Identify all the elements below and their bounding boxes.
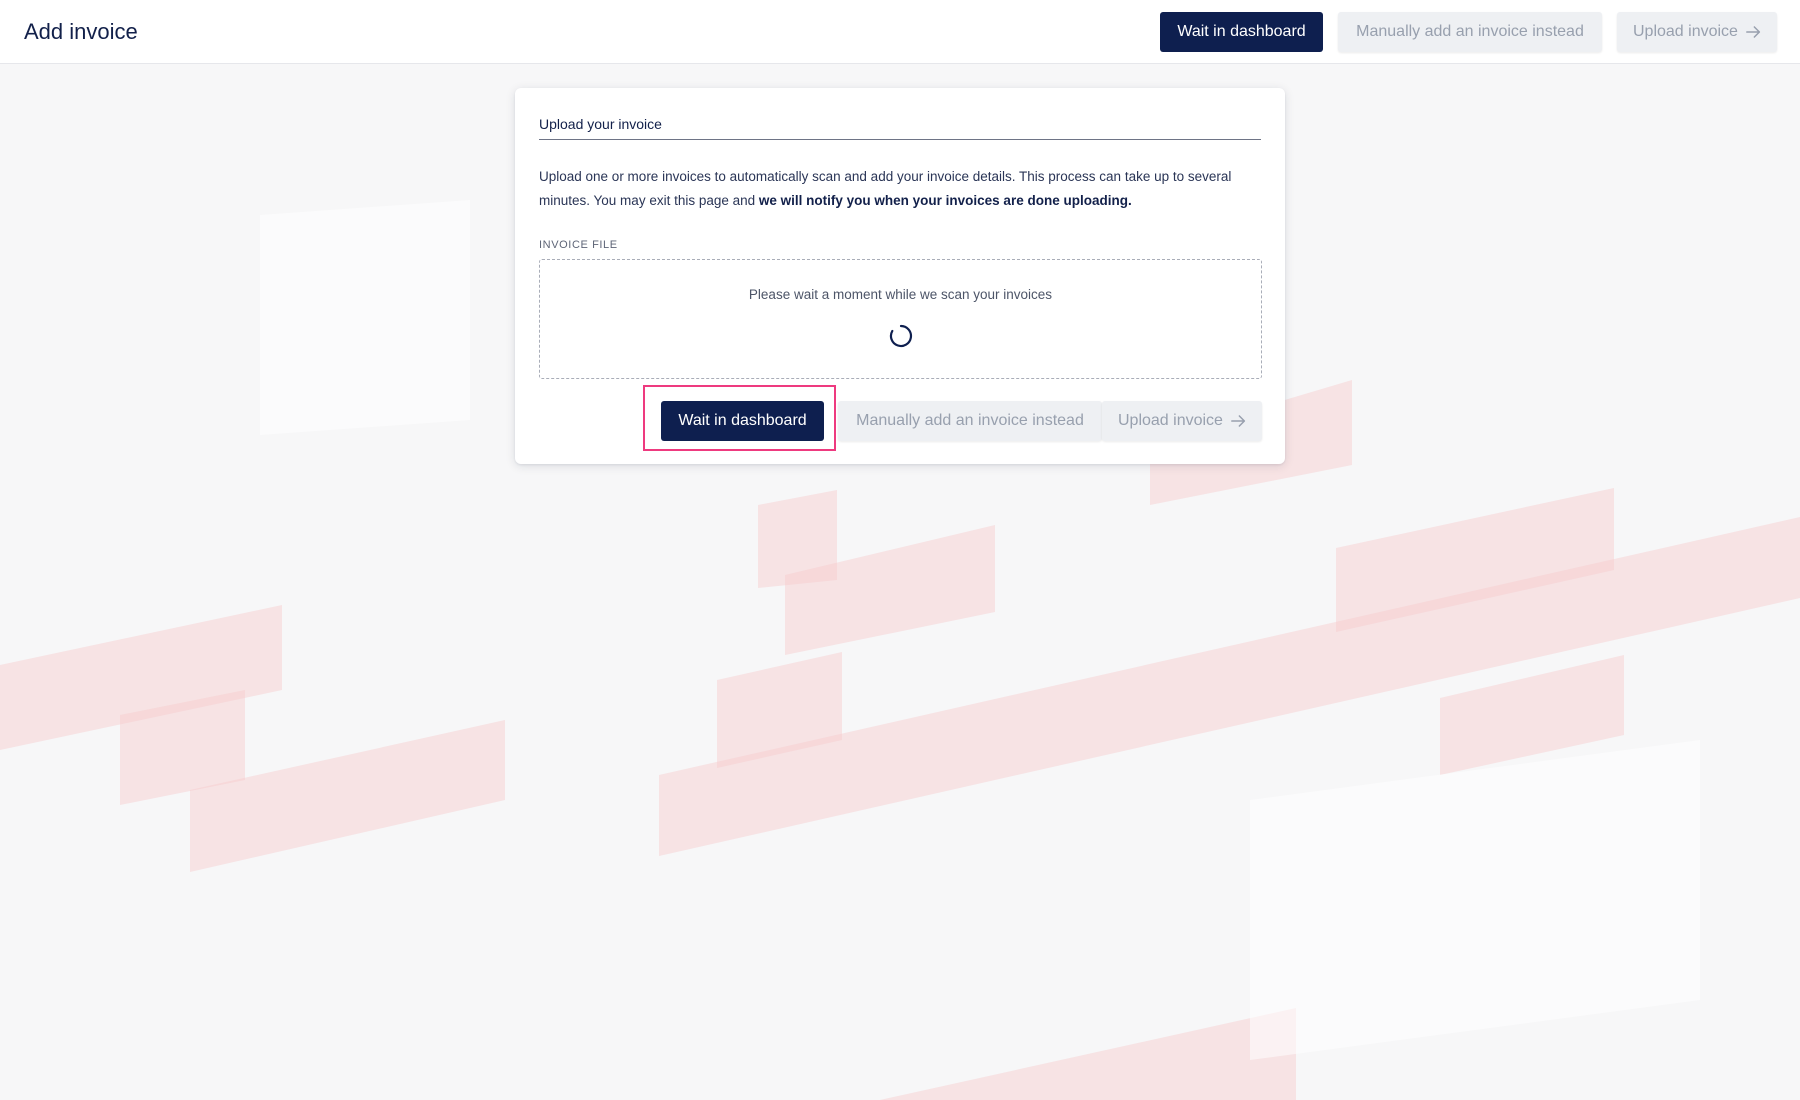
button-label: Manually add an invoice instead bbox=[1356, 23, 1584, 40]
spinner-icon bbox=[889, 324, 913, 348]
page-title: Add invoice bbox=[24, 19, 138, 44]
button-label: Upload invoice bbox=[1118, 412, 1223, 429]
arrow-right-icon bbox=[1231, 415, 1246, 427]
header-wait-in-dashboard-button[interactable]: Wait in dashboard bbox=[1160, 12, 1323, 52]
description-notice: we will notify you when your invoices ar… bbox=[758, 193, 1132, 208]
header-upload-invoice-button[interactable]: Upload invoice bbox=[1617, 12, 1777, 52]
top-bar: Add invoice Wait in dashboard Manually a… bbox=[0, 0, 1800, 64]
wait-in-dashboard-button[interactable]: Wait in dashboard bbox=[661, 401, 824, 441]
button-label: Wait in dashboard bbox=[1177, 23, 1306, 40]
upload-invoice-button[interactable]: Upload invoice bbox=[1102, 401, 1262, 441]
button-label: Wait in dashboard bbox=[678, 412, 807, 429]
button-label: Manually add an invoice instead bbox=[856, 412, 1084, 429]
dropzone-status-text: Please wait a moment while we scan your … bbox=[748, 287, 1053, 302]
button-label: Upload invoice bbox=[1633, 23, 1738, 40]
card-divider bbox=[539, 139, 1261, 140]
card-description: Upload one or more invoices to automatic… bbox=[539, 165, 1261, 213]
invoice-file-label: INVOICE FILE bbox=[539, 239, 618, 251]
invoice-file-dropzone[interactable]: Please wait a moment while we scan your … bbox=[539, 259, 1262, 379]
card-title: Upload your invoice bbox=[539, 116, 662, 132]
manually-add-invoice-button[interactable]: Manually add an invoice instead bbox=[838, 401, 1102, 441]
arrow-right-icon bbox=[1746, 26, 1761, 38]
upload-invoice-card: Upload your invoice Upload one or more i… bbox=[515, 88, 1285, 464]
header-manually-add-invoice-button[interactable]: Manually add an invoice instead bbox=[1338, 12, 1602, 52]
